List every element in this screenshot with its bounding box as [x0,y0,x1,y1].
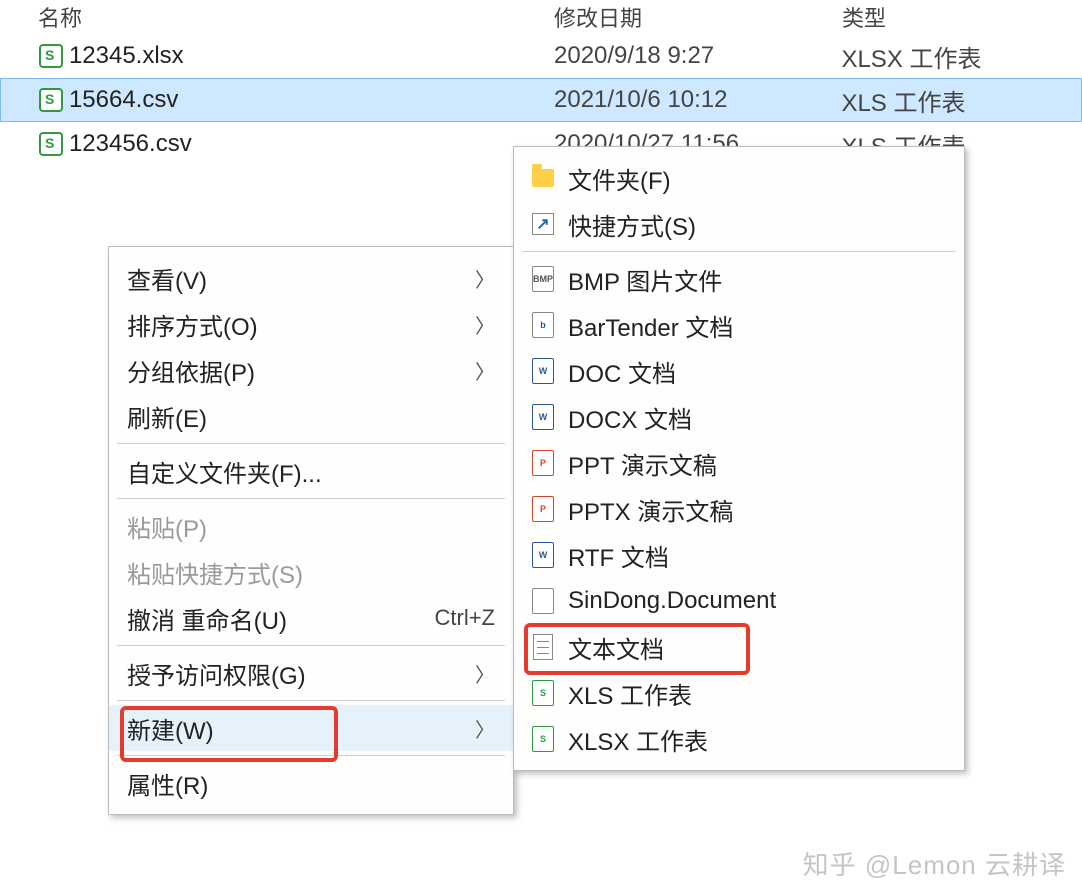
new-xlsx[interactable]: S XLSX 工作表 [514,716,964,762]
ppt-icon: P [528,450,558,476]
menu-label: 文本文档 [568,630,664,665]
menu-grant-access[interactable]: 授予访问权限(G) 〉 [109,650,513,696]
new-folder[interactable]: 文件夹(F) [514,155,964,201]
menu-separator [117,645,505,646]
submenu-new: 文件夹(F) ↗ 快捷方式(S) BMP BMP 图片文件 b BarTende… [513,146,965,771]
menu-label: 快捷方式(S) [568,207,696,242]
menu-label: DOCX 文档 [568,400,692,435]
new-pptx[interactable]: P PPTX 演示文稿 [514,486,964,532]
file-name: 15664.csv [69,86,554,114]
menu-label: SinDong.Document [568,587,776,615]
header-name[interactable]: 名称 [38,1,554,33]
column-headers: 名称 修改日期 类型 [0,0,1082,34]
folder-icon [528,169,558,187]
menu-shortcut: Ctrl+Z [435,605,496,631]
menu-separator [522,251,956,252]
shortcut-icon: ↗ [528,213,558,235]
new-shortcut[interactable]: ↗ 快捷方式(S) [514,201,964,247]
chevron-right-icon: 〉 [475,264,495,293]
rtf-icon: W [528,542,558,568]
chevron-right-icon: 〉 [475,659,495,688]
menu-label: PPTX 演示文稿 [568,492,733,527]
menu-label: 刷新(E) [127,399,207,434]
new-text-document[interactable]: 文本文档 [514,624,964,670]
menu-view[interactable]: 查看(V) 〉 [109,255,513,301]
bmp-icon: BMP [528,266,558,292]
menu-label: RTF 文档 [568,538,669,573]
spreadsheet-icon [39,44,69,68]
new-doc[interactable]: W DOC 文档 [514,348,964,394]
menu-undo-rename[interactable]: 撤消 重命名(U) Ctrl+Z [109,595,513,641]
menu-separator [117,443,505,444]
menu-label: 撤消 重命名(U) [127,601,287,636]
menu-label: 分组依据(P) [127,353,255,388]
menu-label: 文件夹(F) [568,161,671,196]
file-date: 2021/10/6 10:12 [554,86,841,114]
menu-label: 排序方式(O) [127,307,258,342]
header-date[interactable]: 修改日期 [554,1,842,33]
generic-file-icon [528,588,558,614]
menu-new[interactable]: 新建(W) 〉 [109,705,513,751]
menu-separator [117,700,505,701]
file-date: 2020/9/18 9:27 [554,42,841,70]
text-file-icon [528,634,558,660]
file-row[interactable]: 15664.csv 2021/10/6 10:12 XLS 工作表 [0,78,1082,122]
menu-customize-folder[interactable]: 自定义文件夹(F)... [109,448,513,494]
chevron-right-icon: 〉 [475,714,495,743]
new-bartender[interactable]: b BarTender 文档 [514,302,964,348]
menu-label: 查看(V) [127,261,207,296]
new-ppt[interactable]: P PPT 演示文稿 [514,440,964,486]
chevron-right-icon: 〉 [475,356,495,385]
xls-icon: S [528,680,558,706]
menu-label: XLS 工作表 [568,676,692,711]
menu-sort[interactable]: 排序方式(O) 〉 [109,301,513,347]
menu-properties[interactable]: 属性(R) [109,760,513,806]
explorer-window: 名称 修改日期 类型 12345.xlsx 2020/9/18 9:27 XLS… [0,0,1082,888]
menu-label: 新建(W) [127,711,214,746]
menu-label: BMP 图片文件 [568,262,722,297]
new-sindong[interactable]: SinDong.Document [514,578,964,624]
menu-label: DOC 文档 [568,354,676,389]
menu-label: 自定义文件夹(F)... [127,454,322,489]
xlsx-icon: S [528,726,558,752]
menu-paste-shortcut: 粘贴快捷方式(S) [109,549,513,595]
file-list: 名称 修改日期 类型 12345.xlsx 2020/9/18 9:27 XLS… [0,0,1082,166]
menu-paste: 粘贴(P) [109,503,513,549]
new-bmp[interactable]: BMP BMP 图片文件 [514,256,964,302]
menu-separator [117,755,505,756]
header-type[interactable]: 类型 [842,1,1082,33]
file-name: 12345.xlsx [69,42,554,70]
menu-label: PPT 演示文稿 [568,446,717,481]
file-type: XLS 工作表 [841,83,1081,118]
menu-label: 粘贴快捷方式(S) [127,555,303,590]
file-row[interactable]: 12345.xlsx 2020/9/18 9:27 XLSX 工作表 [0,34,1082,78]
watermark: 知乎 @Lemon 云耕译 [803,845,1066,882]
spreadsheet-icon [39,132,69,156]
menu-label: XLSX 工作表 [568,722,708,757]
doc-icon: W [528,358,558,384]
pptx-icon: P [528,496,558,522]
docx-icon: W [528,404,558,430]
menu-label: 粘贴(P) [127,509,207,544]
context-menu: 查看(V) 〉 排序方式(O) 〉 分组依据(P) 〉 刷新(E) 自定义文件夹… [108,246,514,815]
spreadsheet-icon [39,88,69,112]
file-name: 123456.csv [69,130,554,158]
new-docx[interactable]: W DOCX 文档 [514,394,964,440]
new-rtf[interactable]: W RTF 文档 [514,532,964,578]
file-type: XLSX 工作表 [841,39,1081,74]
menu-refresh[interactable]: 刷新(E) [109,393,513,439]
chevron-right-icon: 〉 [475,310,495,339]
menu-label: 属性(R) [127,766,208,801]
new-xls[interactable]: S XLS 工作表 [514,670,964,716]
menu-separator [117,498,505,499]
menu-group[interactable]: 分组依据(P) 〉 [109,347,513,393]
bartender-icon: b [528,312,558,338]
menu-label: 授予访问权限(G) [127,656,306,691]
menu-label: BarTender 文档 [568,308,733,343]
